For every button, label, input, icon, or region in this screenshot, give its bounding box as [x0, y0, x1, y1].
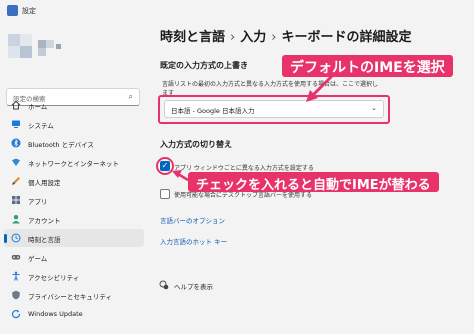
breadcrumb-separator: › — [271, 30, 277, 45]
help-icon — [159, 280, 169, 290]
page-title: キーボードの詳細設定 — [281, 30, 412, 45]
chevron-down-icon: ⌄ — [371, 104, 377, 112]
accessibility-icon — [12, 271, 20, 281]
breadcrumb: 時刻と言語 › 入力 › キーボードの詳細設定 — [160, 26, 411, 45]
get-help-link[interactable]: ヘルプを表示 — [174, 281, 213, 291]
home-icon — [11, 100, 21, 110]
sidebar-item-label: ゲーム — [28, 255, 48, 263]
system-icon — [12, 120, 20, 128]
settings-app-icon — [7, 5, 18, 16]
title-bar: 設定 — [0, 0, 474, 22]
sidebar-item-label: プライバシーとセキュリティ — [28, 293, 112, 301]
window-title: 設定 — [22, 7, 36, 15]
sidebar-item-label: ネットワークとインターネット — [28, 160, 119, 168]
sidebar-item-personalization[interactable]: 個人用設定 — [4, 172, 144, 190]
sidebar-item-windows-update[interactable]: Windows Update — [4, 305, 144, 323]
selected-input-method: 日本語 - Google 日本語入力 — [171, 107, 255, 115]
bluetooth-icon — [11, 138, 21, 148]
sidebar-item-gaming[interactable]: ゲーム — [4, 248, 144, 266]
sidebar-item-label: システム — [28, 122, 54, 130]
default-input-description: 言語リストの最初の入力方式と異なる入力方式を使用する場合は、ここで選択し — [162, 81, 379, 88]
desktop-language-bar-checkbox[interactable] — [160, 189, 170, 199]
breadcrumb-separator: › — [230, 30, 236, 45]
network-icon — [12, 158, 20, 166]
gaming-icon — [11, 255, 21, 260]
breadcrumb-input[interactable]: 入力 — [240, 30, 266, 45]
sidebar-item-label: 時刻と言語 — [28, 236, 61, 244]
input-language-hotkeys-link[interactable]: 入力言語のホット キー — [160, 236, 227, 246]
sidebar-item-label: Windows Update — [28, 310, 83, 318]
sidebar-item-accessibility[interactable]: アクセシビリティ — [4, 267, 144, 285]
sidebar-item-home[interactable]: ホーム — [4, 96, 144, 114]
callout-arrow — [306, 74, 334, 102]
sidebar-item-bluetooth[interactable]: Bluetooth とデバイス — [4, 134, 144, 152]
sidebar-item-label: Bluetooth とデバイス — [28, 141, 94, 149]
update-icon — [11, 309, 21, 319]
sidebar-item-network[interactable]: ネットワークとインターネット — [4, 153, 144, 171]
sidebar-item-label: アプリ — [28, 198, 48, 206]
active-indicator — [4, 234, 7, 243]
sidebar-item-time-language[interactable]: 時刻と言語 — [4, 229, 144, 247]
user-avatar-pixelated — [8, 34, 68, 64]
sidebar-item-accounts[interactable]: アカウント — [4, 210, 144, 228]
sidebar: 設定の検索 ⌕ ホーム システム Bluetooth とデバイス ネットワークと… — [0, 22, 148, 334]
sidebar-item-apps[interactable]: アプリ — [4, 191, 144, 209]
sidebar-item-privacy[interactable]: プライバシーとセキュリティ — [4, 286, 144, 304]
brush-icon — [12, 177, 20, 185]
callout-auto-switch-ime: チェックを入れると自動でIMEが替わる — [188, 172, 439, 193]
shield-icon — [12, 290, 20, 300]
language-bar-options-link[interactable]: 言語バーのオプション — [160, 215, 225, 225]
apps-icon — [12, 196, 20, 204]
account-icon — [12, 215, 20, 224]
default-input-title: 既定の入力方式の上書き — [160, 61, 248, 70]
per-app-input-checkbox[interactable]: ✓ — [160, 161, 170, 171]
breadcrumb-time-language[interactable]: 時刻と言語 — [160, 30, 225, 45]
sidebar-item-label: ホーム — [28, 103, 48, 111]
sidebar-item-label: アクセシビリティ — [28, 274, 80, 282]
default-input-method-select[interactable]: 日本語 - Google 日本語入力 ⌄ — [164, 100, 384, 118]
sidebar-item-label: 個人用設定 — [28, 179, 61, 187]
sidebar-item-system[interactable]: システム — [4, 115, 144, 133]
callout-arrow-left — [172, 170, 189, 182]
time-language-icon — [11, 233, 21, 243]
switching-title: 入力方式の切り替え — [160, 140, 232, 149]
per-app-input-label: アプリ ウィンドウごとに異なる入力方式を設定する — [174, 165, 314, 172]
sidebar-item-label: アカウント — [28, 217, 61, 225]
